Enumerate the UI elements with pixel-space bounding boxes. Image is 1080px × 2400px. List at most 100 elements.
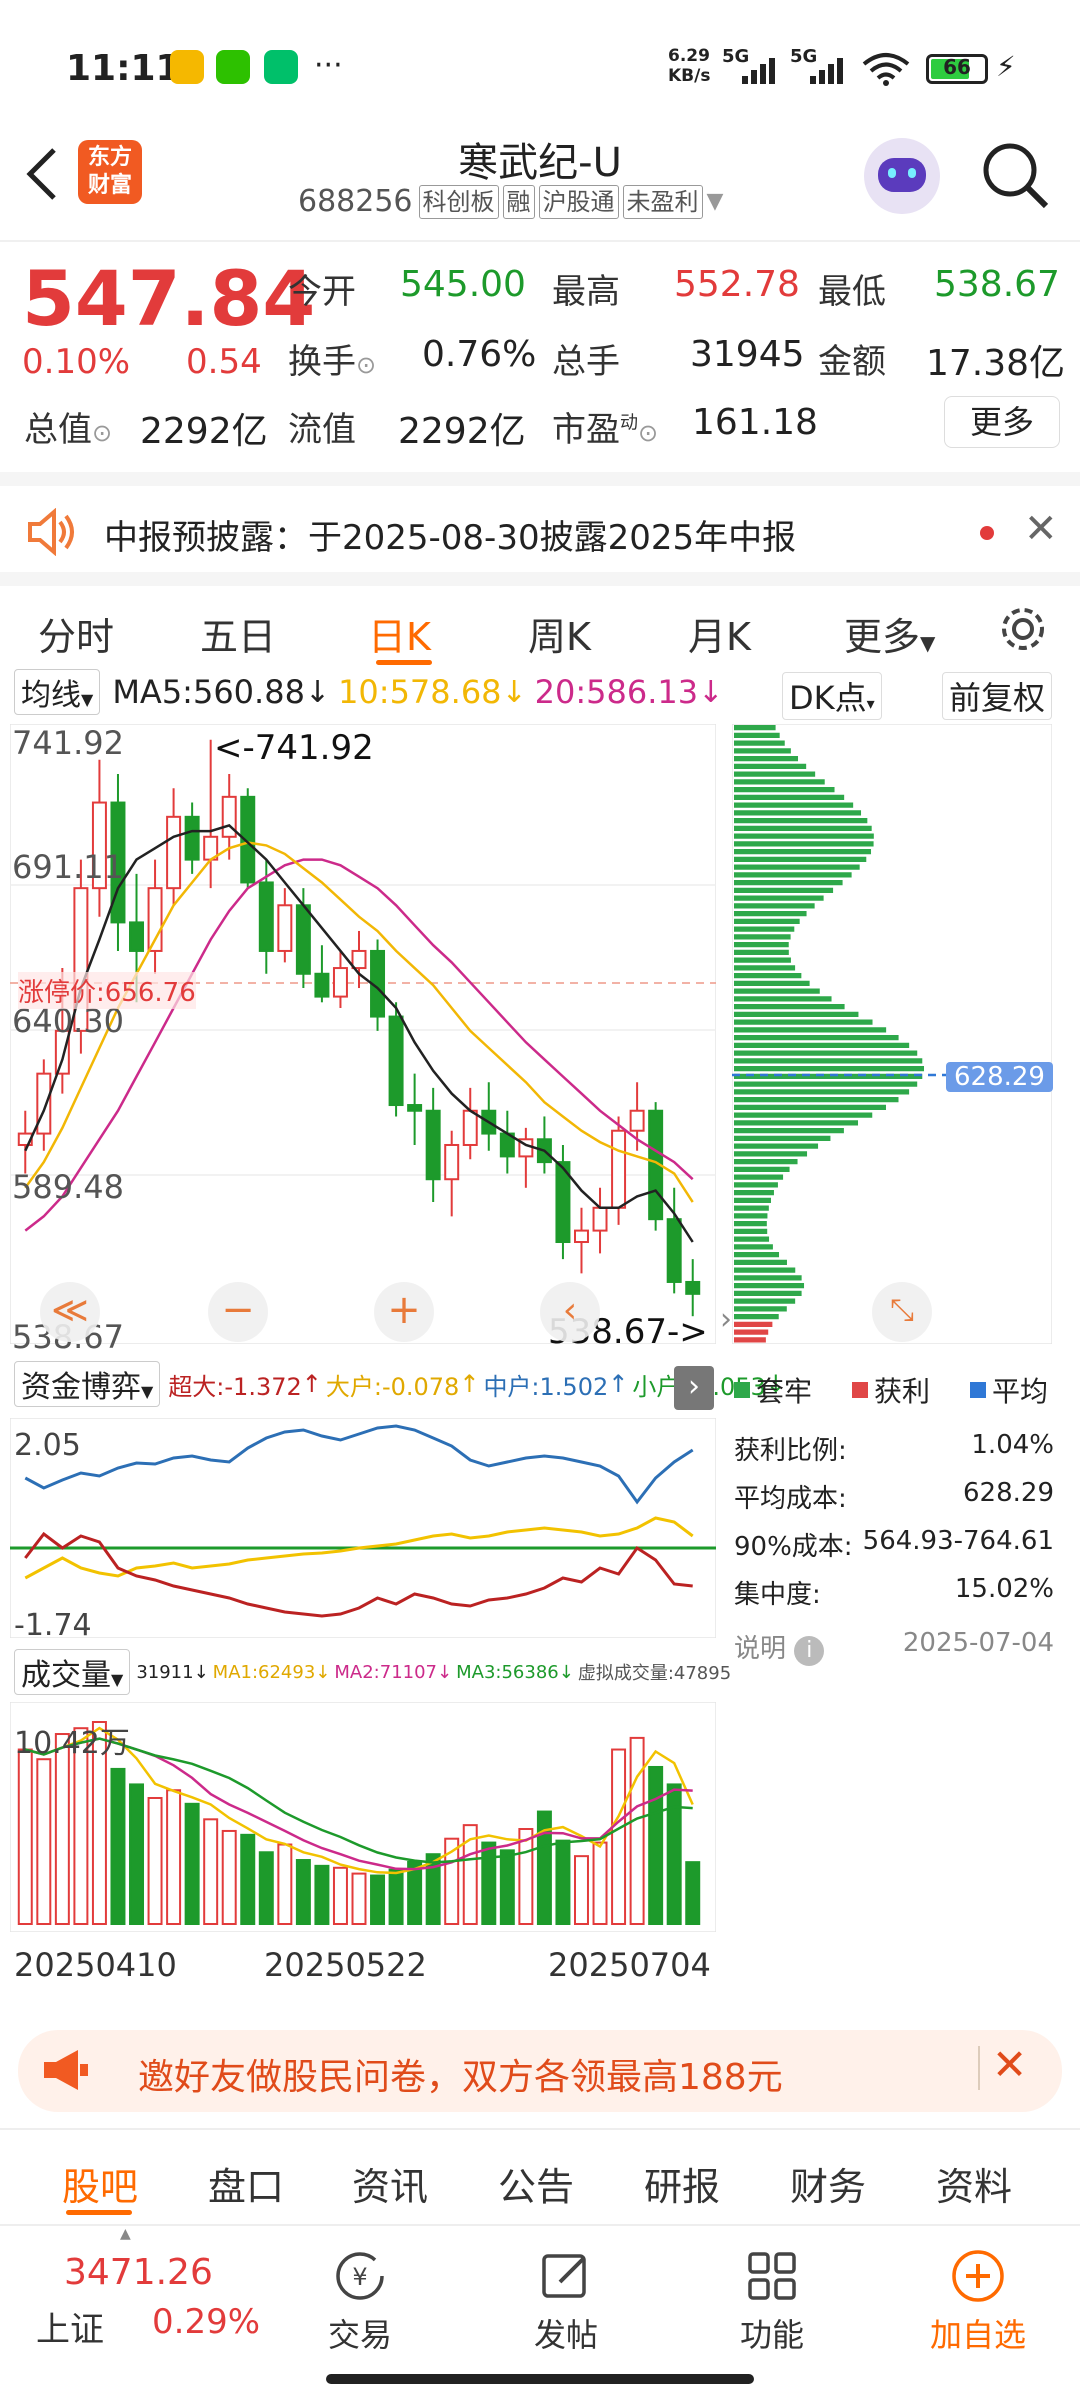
tab-orderbook[interactable]: 盘口 (208, 2156, 284, 2211)
tab-monthly-k[interactable]: 月K (688, 606, 751, 661)
chip-note-label: 说明 (734, 1634, 787, 1664)
tag-star-market: 科创板 (418, 184, 499, 219)
tab-research[interactable]: 研报 (644, 2156, 720, 2211)
volume-bar (332, 1866, 348, 1925)
fund-expand-button[interactable]: › (674, 1366, 714, 1410)
tab-more[interactable]: 更多▼ (844, 606, 935, 661)
dk-point-button[interactable]: DK点▾ (782, 672, 882, 720)
fund-bar: 资金博弈▼ 超大:-1.372↑ 大户:-0.078↑ 中户:1.502↑ 小户… (14, 1361, 786, 1407)
banner-divider (978, 2046, 980, 2090)
app-notification-icon (170, 50, 204, 84)
ma-selector[interactable]: 均线▼ (14, 669, 101, 715)
volume-bar (110, 1767, 126, 1925)
date-label-2: 20250704 (548, 1946, 711, 1984)
volume-bar (388, 1868, 404, 1926)
close-notice-button[interactable]: ✕ (1024, 506, 1058, 552)
tab-announcements[interactable]: 公告 (498, 2156, 574, 2211)
nav-post-label: 发帖 (533, 2316, 598, 2354)
fund-chaoda-line (24, 1531, 693, 1618)
robot-assistant-icon[interactable] (864, 138, 940, 214)
candle-body (258, 881, 274, 952)
chip-bar (734, 856, 867, 862)
chip-bar (734, 973, 802, 979)
index-value[interactable]: 3471.26 (64, 2252, 213, 2293)
candle-body (611, 1129, 627, 1209)
nav-trade[interactable]: ¥ 交易 (300, 2248, 420, 2356)
max-marker: <-741.92 (214, 728, 374, 768)
adjust-button[interactable]: 前复权 (942, 672, 1053, 720)
search-button[interactable] (980, 140, 1052, 216)
open-value: 545.00 (400, 264, 526, 305)
tab-daily-k[interactable]: 日K (368, 606, 431, 661)
close-banner-button[interactable]: ✕ (992, 2040, 1027, 2089)
pe-label[interactable]: 市盈动⊙ (552, 402, 658, 451)
tab-profile[interactable]: 资料 (936, 2156, 1012, 2211)
chip-bar (734, 1128, 844, 1134)
candle-body (685, 1280, 701, 1295)
chip-bar (734, 802, 854, 808)
fund-selector[interactable]: 资金博弈▼ (14, 1361, 161, 1407)
chip-bar (734, 887, 834, 893)
candle-body (388, 1015, 404, 1107)
vol-ma1: MA1:62493 (212, 1661, 316, 1683)
volume-selector[interactable]: 成交量▼ (14, 1649, 131, 1695)
chart-settings-button[interactable] (996, 602, 1050, 660)
chip-bar (734, 965, 796, 971)
candle-body (425, 1109, 441, 1181)
tag-margin: 融 (502, 184, 535, 219)
index-change[interactable]: 0.29% (152, 2302, 260, 2342)
arrow-down-icon: ↓ (558, 1661, 574, 1683)
stock-code-row[interactable]: 688256 科创板 融 沪股通 未盈利 ▼ (298, 184, 723, 219)
candle-body (462, 1109, 478, 1146)
notice-bar[interactable]: 中报预披露：于2025-08-30披露2025年中报 ✕ (0, 472, 1080, 572)
tab-weekly-k[interactable]: 周K (528, 606, 591, 661)
ma20-value: 20:586.13 (534, 673, 699, 711)
tab-five-day[interactable]: 五日 (200, 606, 276, 661)
tag-unprofitable: 未盈利 (622, 184, 703, 219)
turnover-label[interactable]: 换手⊙ (288, 334, 376, 383)
chip-bar (734, 1058, 923, 1064)
float-value: 2292亿 (398, 411, 526, 452)
search-icon (983, 143, 1049, 209)
expand-right-icon[interactable]: › (720, 1302, 732, 1337)
avg-cost-marker: 628.29 (946, 1062, 1053, 1092)
charging-icon: ⚡ (996, 50, 1016, 83)
fund-y-bottom: -1.74 (14, 1608, 92, 1643)
volume-bar (370, 1874, 386, 1925)
chip-bar (734, 1097, 899, 1103)
tab-intraday[interactable]: 分时 (38, 606, 114, 661)
close-icon: ✕ (1024, 506, 1058, 552)
chip-note-row[interactable]: 说明 i 2025-07-04 (734, 1628, 1054, 1676)
low-value: 538.67 (934, 264, 1060, 305)
nav-add-watchlist[interactable]: 加自选 (918, 2248, 1038, 2356)
tab-forum[interactable]: 股吧 (62, 2156, 138, 2211)
chip-bar (734, 1205, 769, 1211)
chip-bar (734, 942, 789, 948)
promo-banner[interactable]: 邀好友做股民问卷，双方各领最高188元 ✕ (18, 2030, 1062, 2112)
low-label: 最低 (818, 272, 886, 312)
chip-bar (734, 833, 874, 839)
scroll-left-button[interactable]: ≪ (40, 1282, 100, 1342)
chevron-down-icon: ▼ (141, 1382, 154, 1401)
mktcap-label[interactable]: 总值⊙ (24, 402, 112, 451)
more-quote-button[interactable]: 更多 (944, 396, 1060, 448)
chip-bar (734, 1182, 778, 1188)
yuan-exchange-icon: ¥ (336, 2252, 384, 2300)
tab-finance[interactable]: 财务 (790, 2156, 866, 2211)
change-amount: 0.54 (186, 342, 262, 382)
tab-news[interactable]: 资讯 (352, 2156, 428, 2211)
chip-frame (732, 724, 1052, 1344)
zoom-in-button[interactable]: + (374, 1282, 434, 1342)
nav-functions[interactable]: 功能 (712, 2248, 832, 2356)
iqiyi-icon (264, 50, 298, 84)
candle-body (295, 904, 311, 975)
index-name[interactable]: 上证 (36, 2302, 104, 2351)
candle-body (332, 967, 348, 998)
volume-bar (17, 1748, 33, 1925)
zoom-out-button[interactable]: − (208, 1282, 268, 1342)
nav-post[interactable]: 发帖 (506, 2248, 626, 2356)
info-icon: ⊙ (356, 351, 377, 379)
step-left-button[interactable]: ‹ (540, 1282, 600, 1342)
chip-bar (734, 1244, 773, 1250)
chip-stat-value: 1.04% (971, 1430, 1054, 1460)
